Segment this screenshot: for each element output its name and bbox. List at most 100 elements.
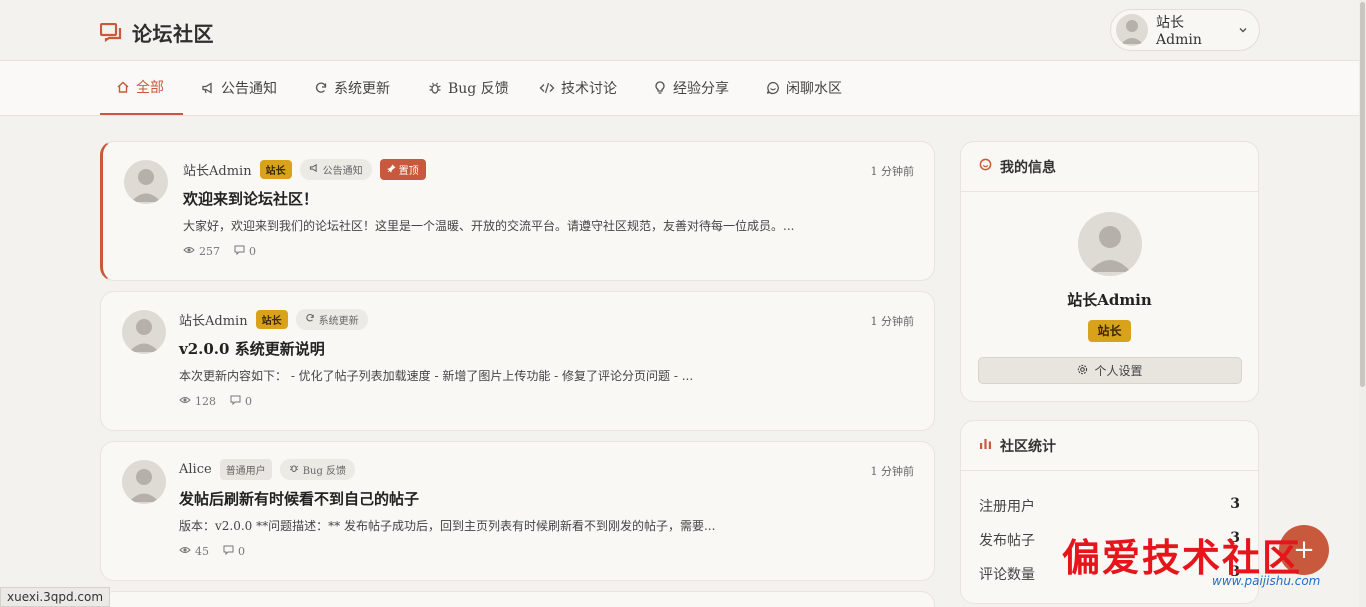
- view-count: 257: [183, 245, 220, 258]
- tab-label: 系统更新: [334, 81, 390, 97]
- category-tag[interactable]: 系统更新: [295, 309, 368, 330]
- post-time: 1 分钟前: [870, 465, 915, 478]
- post-meta: 站长Admin 站长 公告通知 置顶: [183, 159, 426, 180]
- category-tag[interactable]: Bug 反馈: [279, 459, 356, 480]
- bug-icon: [428, 81, 442, 95]
- megaphone-icon: [309, 163, 319, 176]
- pinned-badge: 置顶: [379, 159, 426, 180]
- tab-label: 经验分享: [673, 81, 729, 97]
- profile-role: 站长: [961, 320, 1258, 342]
- card-title: 社区统计: [1000, 438, 1056, 455]
- pin-label: 置顶: [398, 166, 419, 177]
- role-badge: 站长: [1088, 320, 1131, 342]
- tab-announcements[interactable]: 公告通知: [201, 61, 277, 115]
- post-time: 1 分钟前: [870, 165, 915, 178]
- author-name[interactable]: 站长Admin: [183, 160, 252, 179]
- tab-all[interactable]: 全部: [100, 61, 183, 115]
- post-meta: Alice 普通用户 Bug 反馈: [179, 459, 356, 480]
- comment-icon: [223, 545, 234, 558]
- watermark: 偏爱技术社区 www.paijishu.com: [1062, 527, 1360, 599]
- avatar[interactable]: [124, 160, 168, 204]
- settings-button[interactable]: 个人设置: [978, 357, 1242, 384]
- view-count-value: 45: [195, 545, 209, 558]
- gear-icon: [1077, 364, 1088, 378]
- top-bar: 论坛社区 站长Admin: [0, 0, 1366, 61]
- tab-label: 技术讨论: [561, 81, 617, 97]
- card-title: 我的信息: [1000, 159, 1056, 176]
- avatar[interactable]: [1078, 212, 1142, 276]
- view-count-value: 128: [195, 395, 216, 408]
- comment-count: 0: [230, 395, 252, 408]
- post-excerpt: 大家好，欢迎来到我们的论坛社区！这里是一个温暖、开放的交流平台。请遵守社区规范，…: [183, 219, 795, 233]
- scrollbar[interactable]: [1359, 0, 1366, 607]
- post-stats: 257 0: [183, 245, 256, 258]
- view-count: 128: [179, 395, 216, 408]
- post-card[interactable]: 站长Admin 站长 系统更新 1 分钟前 v2.0.0 系统更新说明 本次更新…: [100, 291, 935, 431]
- tab-off-topic[interactable]: 闲聊水区: [766, 61, 842, 115]
- tab-system-updates[interactable]: 系统更新: [314, 61, 390, 115]
- post-time: 1 分钟前: [870, 315, 915, 328]
- smile-icon: [979, 158, 992, 175]
- category-nav: 全部 公告通知 系统更新 Bug 反馈 技术讨论 经验分享 闲聊水区: [0, 61, 1366, 116]
- megaphone-icon: [201, 81, 215, 95]
- brand[interactable]: 论坛社区: [100, 18, 214, 47]
- bug-icon: [289, 463, 299, 476]
- post-title[interactable]: 欢迎来到论坛社区！: [183, 188, 318, 209]
- avatar[interactable]: [122, 460, 166, 504]
- comment-icon: [234, 245, 245, 258]
- comment-count-value: 0: [238, 545, 245, 558]
- my-info-card: 我的信息 站长Admin 站长 个人设置: [960, 141, 1259, 402]
- post-card[interactable]: Alice 普通用户 Bug 反馈 1 分钟前 发帖后刷新有时候看不到自己的帖子…: [100, 441, 935, 581]
- view-count-value: 257: [199, 245, 220, 258]
- profile-name: 站长Admin: [1067, 291, 1152, 309]
- tab-label: 闲聊水区: [786, 81, 842, 97]
- post-excerpt: 版本：v2.0.0 **问题描述：** 发布帖子成功后，回到主页列表有时候刷新看…: [179, 519, 716, 533]
- eye-icon: [179, 395, 191, 408]
- stat-label: 评论数量: [979, 567, 1035, 583]
- user-name: 站长Admin: [1156, 15, 1202, 48]
- role-badge: 站长: [259, 160, 292, 179]
- post-meta: 站长Admin 站长 系统更新: [179, 309, 368, 330]
- comment-count: 0: [223, 545, 245, 558]
- post-title[interactable]: 发帖后刷新有时候看不到自己的帖子: [179, 488, 419, 509]
- card-header: 社区统计: [961, 421, 1258, 471]
- category-label: Bug 反馈: [302, 466, 347, 477]
- refresh-icon: [305, 313, 315, 326]
- stat-value: 3: [1230, 496, 1240, 512]
- category-label: 系统更新: [318, 316, 359, 327]
- tab-tech-discussion[interactable]: 技术讨论: [539, 61, 617, 115]
- author-name[interactable]: Alice: [179, 462, 212, 477]
- stat-label: 发布帖子: [979, 533, 1035, 549]
- comment-count-value: 0: [245, 395, 252, 408]
- watermark-url: www.paijishu.com: [1212, 574, 1321, 588]
- forum-logo-icon: [100, 22, 122, 43]
- lightbulb-icon: [653, 81, 667, 95]
- avatar[interactable]: [122, 310, 166, 354]
- bar-chart-icon: [979, 437, 992, 454]
- category-label: 公告通知: [322, 166, 363, 177]
- author-name[interactable]: 站长Admin: [179, 310, 248, 329]
- comment-count-value: 0: [249, 245, 256, 258]
- home-icon: [116, 80, 130, 94]
- tab-bug-report[interactable]: Bug 反馈: [428, 61, 509, 115]
- role-badge: 普通用户: [219, 459, 272, 480]
- tab-experience-sharing[interactable]: 经验分享: [653, 61, 729, 115]
- settings-label: 个人设置: [1094, 364, 1143, 378]
- category-tag[interactable]: 公告通知: [299, 159, 372, 180]
- eye-icon: [183, 245, 195, 258]
- chevron-down-icon: [1237, 21, 1249, 40]
- stat-row: 注册用户 3: [979, 496, 1240, 516]
- pin-icon: [386, 163, 396, 176]
- post-excerpt: 本次更新内容如下： - 优化了帖子列表加载速度 - 新增了图片上传功能 - 修复…: [179, 369, 694, 383]
- post-stats: 128 0: [179, 395, 252, 408]
- code-icon: [539, 81, 555, 95]
- post-card[interactable]: 站长Admin 站长 公告通知 置顶 1 分钟前 欢迎来到论坛社区！ 大家好，欢…: [100, 141, 935, 281]
- post-card[interactable]: [100, 591, 935, 607]
- scrollbar-thumb[interactable]: [1360, 2, 1365, 387]
- site-title: 论坛社区: [132, 22, 214, 46]
- status-bar-url: xuexi.3qpd.com: [0, 587, 111, 607]
- post-title[interactable]: v2.0.0 系统更新说明: [179, 338, 325, 359]
- chat-icon: [766, 81, 780, 95]
- comment-count: 0: [234, 245, 256, 258]
- user-menu[interactable]: 站长Admin: [1110, 9, 1260, 51]
